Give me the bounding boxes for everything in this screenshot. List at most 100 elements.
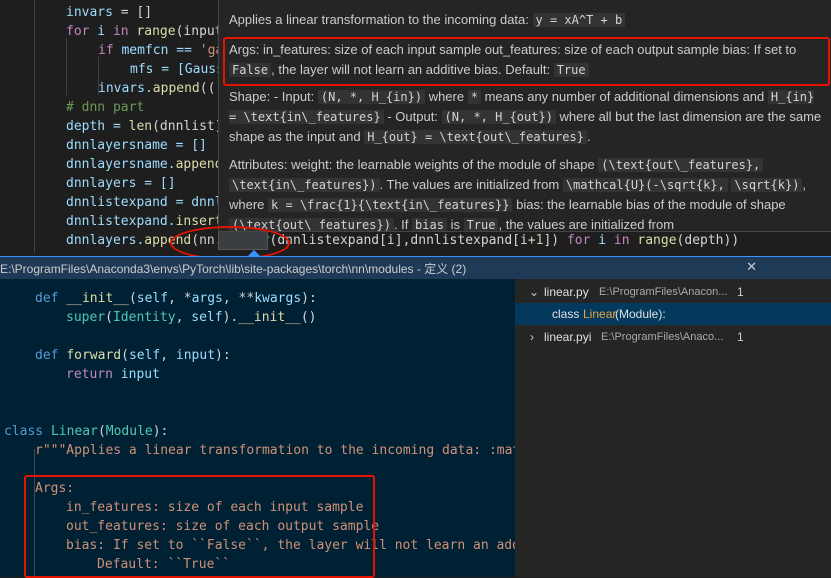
selection-highlight-linear xyxy=(218,230,268,250)
code-token: forward xyxy=(66,348,122,363)
code-token: input xyxy=(175,348,216,363)
ref-count-badge: 1 xyxy=(737,330,744,344)
code-line: dnnlayersname.append xyxy=(66,155,223,174)
code-token: ]) xyxy=(543,233,567,248)
code-token: = [] xyxy=(112,5,153,20)
code-line: Args: xyxy=(35,479,74,498)
code-token: dnnlayers = [] xyxy=(66,176,176,191)
code-token: def xyxy=(35,291,59,306)
code-token: bias: If set to ``False``, the layer wil… xyxy=(66,538,515,553)
code-line: class Linear(Module): xyxy=(4,422,168,441)
code-token: (dnnlist) xyxy=(152,119,223,134)
ref-file-path: E:\ProgramFiles\Anaco... xyxy=(601,331,724,343)
code-token: input xyxy=(120,367,160,382)
code-line: for i in range(input xyxy=(66,22,223,41)
close-icon[interactable]: ✕ xyxy=(746,259,757,275)
code-token: (dnnlistexpand[i],dnnlistexpand[i+ xyxy=(269,233,536,248)
hover-doc-popup: Applies a linear transformation to the i… xyxy=(218,0,831,232)
code-line: return input xyxy=(66,365,160,384)
code-token: append xyxy=(152,81,200,96)
code-token: ). xyxy=(222,310,239,325)
code-token: ): xyxy=(215,348,231,363)
code-line: invars.append((' xyxy=(98,79,223,98)
code-token: self xyxy=(128,348,161,363)
code-token: dnnlistexpand = dnnl xyxy=(66,195,223,210)
code-token: insert xyxy=(175,214,223,229)
code-token: Linear xyxy=(50,424,98,439)
code-token: invars xyxy=(66,5,113,20)
code-line: dnnlayers.append(nn.Linear(dnnlistexpand… xyxy=(66,231,739,250)
ref-file-name: linear.py xyxy=(544,285,589,299)
code-token: def xyxy=(35,348,59,363)
chevron-down-icon: ⌄ xyxy=(529,285,540,299)
code-line: # dnn part xyxy=(66,98,144,117)
code-line: dnnlistexpand = dnnl xyxy=(66,193,223,212)
code-token: out_features: size of each output sample xyxy=(66,519,380,534)
ref-file-linear-pyi[interactable]: › linear.pyi E:\ProgramFiles\Anaco... 1 xyxy=(515,326,831,348)
code-token: Module xyxy=(105,424,153,439)
code-token: r"""Applies a linear transformation to t… xyxy=(35,443,515,458)
indent-guide xyxy=(34,449,35,577)
code-line: dnnlayersname = [] xyxy=(66,136,207,155)
code-token: ( xyxy=(121,348,129,363)
ref-match-selected[interactable]: class Linear (Module): xyxy=(515,303,831,325)
code-token: self xyxy=(191,310,223,325)
code-line: Default: ``True`` xyxy=(97,555,230,574)
code-token: class xyxy=(4,424,44,439)
code-token: return xyxy=(66,367,113,382)
ref-file-path: E:\ProgramFiles\Anacon... xyxy=(599,286,728,298)
code-token: i xyxy=(590,233,614,248)
code-token: dnnlistexpand. xyxy=(66,214,176,229)
code-token: , * xyxy=(168,291,192,306)
chevron-right-icon: › xyxy=(530,330,534,344)
peek-header: E:\ProgramFiles\Anaconda3\envs\PyTorch\l… xyxy=(0,256,831,279)
code-token: # dnn part xyxy=(66,100,145,115)
code-line: depth = len(dnnlist) xyxy=(66,117,223,136)
code-token: if xyxy=(98,43,114,58)
code-token: (depth)) xyxy=(676,233,740,248)
indent-guide xyxy=(98,57,99,95)
hover-summary: Applies a linear transformation to the i… xyxy=(229,10,828,30)
code-token: range xyxy=(136,24,176,39)
indent-guide xyxy=(34,0,35,253)
code-token: Default: ``True`` xyxy=(97,557,231,572)
code-token: dnnlayersname = [] xyxy=(66,138,207,153)
peek-path: E:\ProgramFiles\Anaconda3\envs\PyTorch\l… xyxy=(0,262,467,276)
peek-code-editor[interactable]: def __init__(self, *args, **kwargs): supe… xyxy=(0,279,515,577)
code-token: in xyxy=(112,24,129,39)
code-line: super(Identity, self).__init__() xyxy=(66,308,317,327)
code-token: ): xyxy=(301,291,317,306)
code-token: memfcn == xyxy=(113,43,200,58)
code-line: bias: If set to ``False``, the layer wil… xyxy=(66,536,515,555)
code-token: i xyxy=(89,24,113,39)
code-token: Args: xyxy=(35,481,75,496)
code-line: dnnlayers = [] xyxy=(66,174,176,193)
ref-file-linear-py[interactable]: ⌄ linear.py E:\ProgramFiles\Anacon... 1 xyxy=(515,281,831,303)
hover-attributes: Attributes: weight: the learnable weight… xyxy=(229,157,807,232)
code-token: __init__ xyxy=(66,291,129,306)
code-line: out_features: size of each output sample xyxy=(66,517,379,536)
code-token: append xyxy=(175,157,223,172)
indent-guide xyxy=(66,38,67,95)
code-token: , ** xyxy=(222,291,255,306)
code-token: for xyxy=(566,233,591,248)
ref-count-badge: 1 xyxy=(737,285,744,299)
code-token: len xyxy=(128,119,153,134)
code-token: ): xyxy=(152,424,169,439)
code-token: () xyxy=(300,310,317,325)
code-line: invars = [] xyxy=(66,3,152,22)
code-line: def forward(self, input): xyxy=(35,346,231,365)
code-token: in xyxy=(613,233,630,248)
code-token: append xyxy=(144,233,192,248)
peek-arrow xyxy=(248,250,260,256)
code-token: ( xyxy=(105,310,113,325)
code-token: , xyxy=(160,348,176,363)
code-token: mfs = [Gauss xyxy=(130,62,224,77)
code-token: , xyxy=(175,310,192,325)
code-token: invars. xyxy=(98,81,153,96)
code-token: dnnlayersname. xyxy=(66,157,176,172)
code-token: depth = xyxy=(66,119,129,134)
hover-args: Args: in_features: size of each input sa… xyxy=(229,42,797,77)
